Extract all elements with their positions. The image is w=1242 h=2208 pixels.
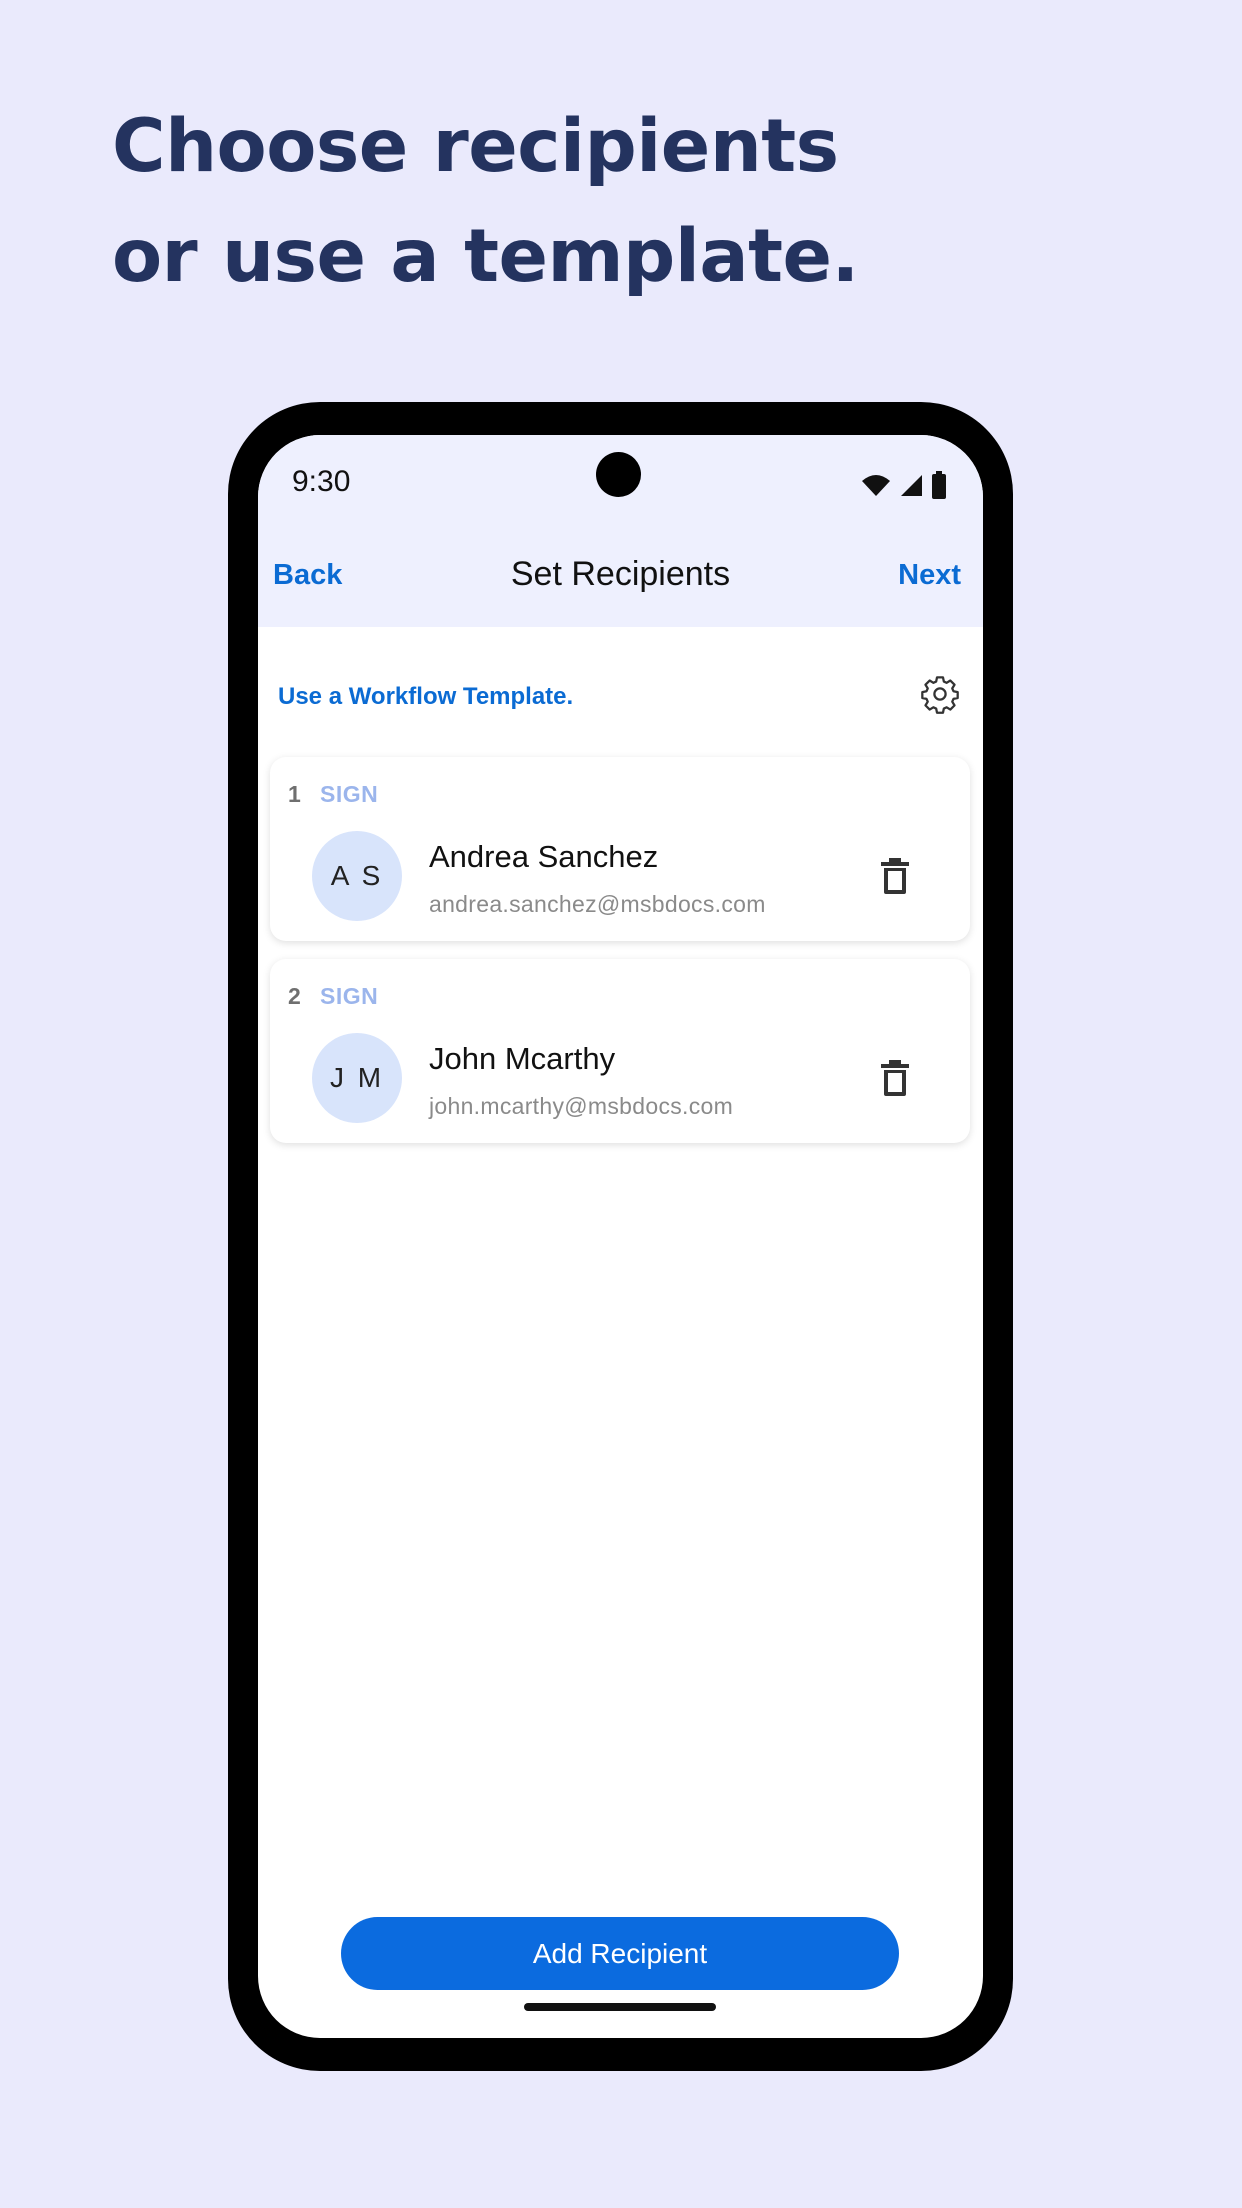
phone-screen: 9:30 Back Set Recipients Next Use a Work… (258, 435, 983, 2038)
recipient-name: John Mcarthy (429, 1041, 616, 1076)
trash-icon[interactable] (880, 1059, 910, 1097)
avatar: A S (312, 831, 402, 921)
status-icons (861, 471, 947, 499)
recipient-order: 2 (288, 983, 301, 1009)
top-bar: 9:30 Back Set Recipients Next (258, 435, 983, 627)
recipient-email: john.mcarthy@msbdocs.com (429, 1093, 734, 1119)
phone-frame: 9:30 Back Set Recipients Next Use a Work… (228, 402, 1013, 2071)
recipient-card[interactable]: 1 SIGN A S Andrea Sanchez andrea.sanchez… (270, 757, 970, 941)
page-title: Set Recipients (510, 555, 731, 593)
camera-cutout (596, 452, 641, 497)
add-recipient-button[interactable]: Add Recipient (341, 1917, 899, 1990)
headline: Choose recipients or use a template. (112, 92, 859, 312)
status-time: 9:30 (292, 465, 351, 498)
home-indicator[interactable] (524, 2003, 716, 2011)
headline-line-1: Choose recipients (112, 104, 839, 189)
recipient-role: SIGN (320, 983, 379, 1009)
avatar: J M (312, 1033, 402, 1123)
wifi-icon (862, 475, 890, 496)
trash-icon[interactable] (880, 857, 910, 895)
recipient-email: andrea.sanchez@msbdocs.com (429, 891, 766, 917)
recipient-role: SIGN (320, 781, 379, 807)
battery-icon (932, 471, 946, 499)
recipient-order: 1 (288, 781, 301, 807)
headline-line-2: or use a template. (112, 214, 859, 299)
cell-signal-icon (901, 475, 922, 496)
recipient-card[interactable]: 2 SIGN J M John Mcarthy john.mcarthy@msb… (270, 959, 970, 1143)
gear-icon[interactable] (919, 673, 961, 715)
next-button[interactable]: Next (898, 559, 961, 592)
recipient-name: Andrea Sanchez (429, 839, 659, 874)
workflow-template-link[interactable]: Use a Workflow Template. (278, 683, 573, 711)
